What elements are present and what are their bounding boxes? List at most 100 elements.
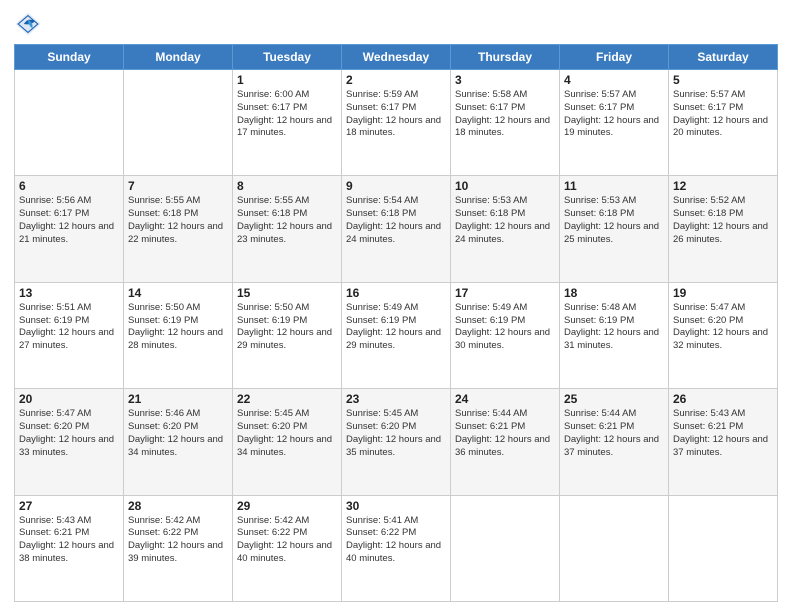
calendar-cell: 6Sunrise: 5:56 AM Sunset: 6:17 PM Daylig… xyxy=(15,176,124,282)
calendar-cell: 21Sunrise: 5:46 AM Sunset: 6:20 PM Dayli… xyxy=(124,389,233,495)
day-info: Sunrise: 5:44 AM Sunset: 6:21 PM Dayligh… xyxy=(564,408,664,459)
day-number: 21 xyxy=(128,392,228,406)
calendar-cell: 10 Sunrise: 5:53 AM Sunset: 6:18 PM Dayli… xyxy=(451,176,560,282)
day-info: Sunrise: 5:45 AM Sunset: 6:20 PM Dayligh… xyxy=(346,408,446,459)
day-number: 30 xyxy=(346,499,446,513)
calendar-cell xyxy=(451,495,560,601)
calendar-cell: 25 Sunrise: 5:44 AM Sunset: 6:21 PM Dayli… xyxy=(560,389,669,495)
day-info: Sunrise: 5:49 AM Sunset: 6:19 PM Dayligh… xyxy=(455,302,555,353)
day-number: 3 xyxy=(455,73,555,87)
day-info: Sunrise: 5:47 AM Sunset: 6:20 PM Dayligh… xyxy=(673,302,773,353)
calendar-cell: 29Sunrise: 5:42 AM Sunset: 6:22 PM Dayli… xyxy=(233,495,342,601)
calendar-table: SundayMondayTuesdayWednesdayThursdayFrid… xyxy=(14,44,778,602)
day-info: Sunrise: 5:49 AM Sunset: 6:19 PM Dayligh… xyxy=(346,302,446,353)
day-number: 16 xyxy=(346,286,446,300)
day-info: Sunrise: 5:55 AM Sunset: 6:18 PM Dayligh… xyxy=(128,195,228,246)
calendar-cell: 9Sunrise: 5:54 AM Sunset: 6:18 PM Daylig… xyxy=(342,176,451,282)
day-info: Sunrise: 5:43 AM Sunset: 6:21 PM Dayligh… xyxy=(673,408,773,459)
day-info: Sunrise: 5:42 AM Sunset: 6:22 PM Dayligh… xyxy=(128,515,228,566)
day-number: 27 xyxy=(19,499,119,513)
calendar-cell: 7 Sunrise: 5:55 AM Sunset: 6:18 PM Daylig… xyxy=(124,176,233,282)
calendar-cell: 17 Sunrise: 5:49 AM Sunset: 6:19 PM Dayli… xyxy=(451,282,560,388)
calendar-cell: 14 Sunrise: 5:50 AM Sunset: 6:19 PM Dayli… xyxy=(124,282,233,388)
calendar-cell xyxy=(560,495,669,601)
week-row-5: 27 Sunrise: 5:43 AM Sunset: 6:21 PM Dayli… xyxy=(15,495,778,601)
day-info: Sunrise: 5:41 AM Sunset: 6:22 PM Dayligh… xyxy=(346,515,446,566)
weekday-header-tuesday: Tuesday xyxy=(233,45,342,70)
day-info: Sunrise: 5:59 AM Sunset: 6:17 PM Dayligh… xyxy=(346,89,446,140)
weekday-header-friday: Friday xyxy=(560,45,669,70)
day-number: 22 xyxy=(237,392,337,406)
day-number: 14 xyxy=(128,286,228,300)
day-info: Sunrise: 6:00 AM Sunset: 6:17 PM Dayligh… xyxy=(237,89,337,140)
calendar-cell: 5 Sunrise: 5:57 AM Sunset: 6:17 PM Daylig… xyxy=(669,70,778,176)
day-number: 23 xyxy=(346,392,446,406)
day-info: Sunrise: 5:55 AM Sunset: 6:18 PM Dayligh… xyxy=(237,195,337,246)
day-info: Sunrise: 5:47 AM Sunset: 6:20 PM Dayligh… xyxy=(19,408,119,459)
calendar-cell: 1 Sunrise: 6:00 AM Sunset: 6:17 PM Daylig… xyxy=(233,70,342,176)
day-info: Sunrise: 5:51 AM Sunset: 6:19 PM Dayligh… xyxy=(19,302,119,353)
header xyxy=(14,10,778,38)
weekday-header-thursday: Thursday xyxy=(451,45,560,70)
day-number: 19 xyxy=(673,286,773,300)
day-info: Sunrise: 5:45 AM Sunset: 6:20 PM Dayligh… xyxy=(237,408,337,459)
calendar-cell: 23 Sunrise: 5:45 AM Sunset: 6:20 PM Dayli… xyxy=(342,389,451,495)
calendar-cell: 11Sunrise: 5:53 AM Sunset: 6:18 PM Dayli… xyxy=(560,176,669,282)
calendar-cell: 22 Sunrise: 5:45 AM Sunset: 6:20 PM Dayli… xyxy=(233,389,342,495)
day-info: Sunrise: 5:48 AM Sunset: 6:19 PM Dayligh… xyxy=(564,302,664,353)
day-info: Sunrise: 5:57 AM Sunset: 6:17 PM Dayligh… xyxy=(564,89,664,140)
day-number: 1 xyxy=(237,73,337,87)
day-number: 5 xyxy=(673,73,773,87)
calendar-cell: 26 Sunrise: 5:43 AM Sunset: 6:21 PM Dayli… xyxy=(669,389,778,495)
day-info: Sunrise: 5:50 AM Sunset: 6:19 PM Dayligh… xyxy=(128,302,228,353)
day-number: 15 xyxy=(237,286,337,300)
week-row-2: 6Sunrise: 5:56 AM Sunset: 6:17 PM Daylig… xyxy=(15,176,778,282)
day-number: 18 xyxy=(564,286,664,300)
day-number: 10 xyxy=(455,179,555,193)
day-number: 4 xyxy=(564,73,664,87)
week-row-4: 20 Sunrise: 5:47 AM Sunset: 6:20 PM Dayli… xyxy=(15,389,778,495)
day-number: 7 xyxy=(128,179,228,193)
calendar-cell: 30 Sunrise: 5:41 AM Sunset: 6:22 PM Dayli… xyxy=(342,495,451,601)
week-row-1: 1 Sunrise: 6:00 AM Sunset: 6:17 PM Daylig… xyxy=(15,70,778,176)
calendar-cell: 28 Sunrise: 5:42 AM Sunset: 6:22 PM Dayli… xyxy=(124,495,233,601)
logo-icon xyxy=(14,10,42,38)
calendar-cell: 24 Sunrise: 5:44 AM Sunset: 6:21 PM Dayli… xyxy=(451,389,560,495)
calendar-cell xyxy=(15,70,124,176)
calendar-cell: 4 Sunrise: 5:57 AM Sunset: 6:17 PM Daylig… xyxy=(560,70,669,176)
day-number: 11 xyxy=(564,179,664,193)
calendar-cell: 12Sunrise: 5:52 AM Sunset: 6:18 PM Dayli… xyxy=(669,176,778,282)
day-info: Sunrise: 5:52 AM Sunset: 6:18 PM Dayligh… xyxy=(673,195,773,246)
day-info: Sunrise: 5:53 AM Sunset: 6:18 PM Dayligh… xyxy=(455,195,555,246)
day-info: Sunrise: 5:44 AM Sunset: 6:21 PM Dayligh… xyxy=(455,408,555,459)
day-info: Sunrise: 5:43 AM Sunset: 6:21 PM Dayligh… xyxy=(19,515,119,566)
weekday-header-monday: Monday xyxy=(124,45,233,70)
calendar-cell: 8 Sunrise: 5:55 AM Sunset: 6:18 PM Daylig… xyxy=(233,176,342,282)
day-info: Sunrise: 5:57 AM Sunset: 6:17 PM Dayligh… xyxy=(673,89,773,140)
calendar-cell: 13Sunrise: 5:51 AM Sunset: 6:19 PM Dayli… xyxy=(15,282,124,388)
calendar-cell: 3 Sunrise: 5:58 AM Sunset: 6:17 PM Daylig… xyxy=(451,70,560,176)
day-info: Sunrise: 5:58 AM Sunset: 6:17 PM Dayligh… xyxy=(455,89,555,140)
page: SundayMondayTuesdayWednesdayThursdayFrid… xyxy=(0,0,792,612)
calendar-cell: 16 Sunrise: 5:49 AM Sunset: 6:19 PM Dayli… xyxy=(342,282,451,388)
day-number: 25 xyxy=(564,392,664,406)
day-number: 20 xyxy=(19,392,119,406)
calendar-cell: 2 Sunrise: 5:59 AM Sunset: 6:17 PM Daylig… xyxy=(342,70,451,176)
calendar-cell: 20 Sunrise: 5:47 AM Sunset: 6:20 PM Dayli… xyxy=(15,389,124,495)
day-number: 26 xyxy=(673,392,773,406)
day-number: 9 xyxy=(346,179,446,193)
weekday-header-wednesday: Wednesday xyxy=(342,45,451,70)
week-row-3: 13Sunrise: 5:51 AM Sunset: 6:19 PM Dayli… xyxy=(15,282,778,388)
day-number: 17 xyxy=(455,286,555,300)
calendar-cell: 27 Sunrise: 5:43 AM Sunset: 6:21 PM Dayli… xyxy=(15,495,124,601)
calendar-cell: 19 Sunrise: 5:47 AM Sunset: 6:20 PM Dayli… xyxy=(669,282,778,388)
day-number: 28 xyxy=(128,499,228,513)
day-info: Sunrise: 5:50 AM Sunset: 6:19 PM Dayligh… xyxy=(237,302,337,353)
day-number: 2 xyxy=(346,73,446,87)
logo xyxy=(14,10,46,38)
calendar-cell xyxy=(124,70,233,176)
day-number: 8 xyxy=(237,179,337,193)
weekday-header-saturday: Saturday xyxy=(669,45,778,70)
weekday-header-sunday: Sunday xyxy=(15,45,124,70)
day-number: 24 xyxy=(455,392,555,406)
